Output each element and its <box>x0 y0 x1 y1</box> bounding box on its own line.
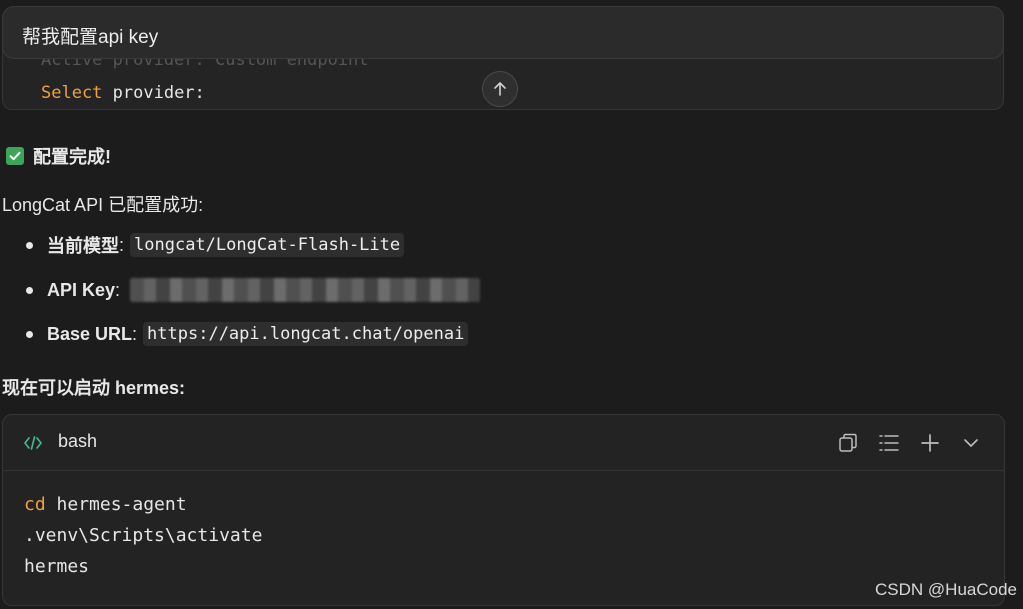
chat-page: 帮我配置api key Active provider: Custom endp… <box>0 0 1023 609</box>
code-line: .venv\Scripts\activate <box>24 525 263 546</box>
arrow-up-icon <box>494 82 506 96</box>
code-keyword: cd <box>24 494 46 515</box>
bullet-label: 当前模型 <box>47 236 119 256</box>
reply-intro: LongCat API 已配置成功: <box>2 195 204 215</box>
copy-button[interactable] <box>836 431 860 455</box>
terminal-line: Select provider: <box>41 83 205 103</box>
list-button[interactable] <box>877 431 901 455</box>
collapse-button[interactable] <box>959 431 983 455</box>
bullet-label: API Key <box>47 279 116 300</box>
bullet-colon: : <box>132 323 138 344</box>
bullet-dot <box>26 330 33 338</box>
code-line: cd hermes-agent <box>24 494 187 515</box>
chevron-down-icon <box>964 439 978 447</box>
code-body: cd hermes-agent .venv\Scripts\activate h… <box>24 489 262 582</box>
list-item-api-key: API Key: <box>26 278 481 302</box>
bullet-colon: : <box>119 234 125 255</box>
list-icon <box>879 435 899 451</box>
plus-icon <box>921 434 939 452</box>
watermark: CSDN @HuaCode <box>875 580 1017 599</box>
copy-icon <box>839 433 857 452</box>
code-language: bash <box>58 431 98 451</box>
terminal-line-rest: provider: <box>102 83 205 103</box>
code-icon <box>24 436 42 450</box>
code-line: hermes <box>24 556 90 577</box>
terminal-keyword: Select <box>41 83 103 103</box>
code-block: bash cd hermes-agent .venv\Scripts\activ… <box>2 414 1005 606</box>
bullet-label: Base URL <box>47 323 133 344</box>
bullet-colon: : <box>115 279 121 300</box>
start-hint: 现在可以启动 hermes: <box>2 378 186 398</box>
user-prompt-bubble: 帮我配置api key <box>2 6 1004 59</box>
done-title: 配置完成! <box>33 147 111 167</box>
bullet-dot <box>26 286 33 294</box>
model-value: longcat/LongCat-Flash-Lite <box>130 233 405 257</box>
base-url-value: https://api.longcat.chat/openai <box>143 322 469 346</box>
code-block-header: bash <box>3 415 1004 471</box>
code-line-rest: hermes-agent <box>45 494 187 515</box>
list-item-model: 当前模型: longcat/LongCat-Flash-Lite <box>26 232 405 258</box>
user-prompt-text: 帮我配置api key <box>22 27 159 48</box>
scroll-up-button[interactable] <box>482 71 518 107</box>
check-icon <box>6 147 24 165</box>
list-item-base-url: Base URL: https://api.longcat.chat/opena… <box>26 322 469 346</box>
done-heading: 配置完成! <box>6 143 111 169</box>
bullet-dot <box>26 241 33 249</box>
add-button[interactable] <box>918 431 942 455</box>
api-key-redacted <box>130 278 481 302</box>
